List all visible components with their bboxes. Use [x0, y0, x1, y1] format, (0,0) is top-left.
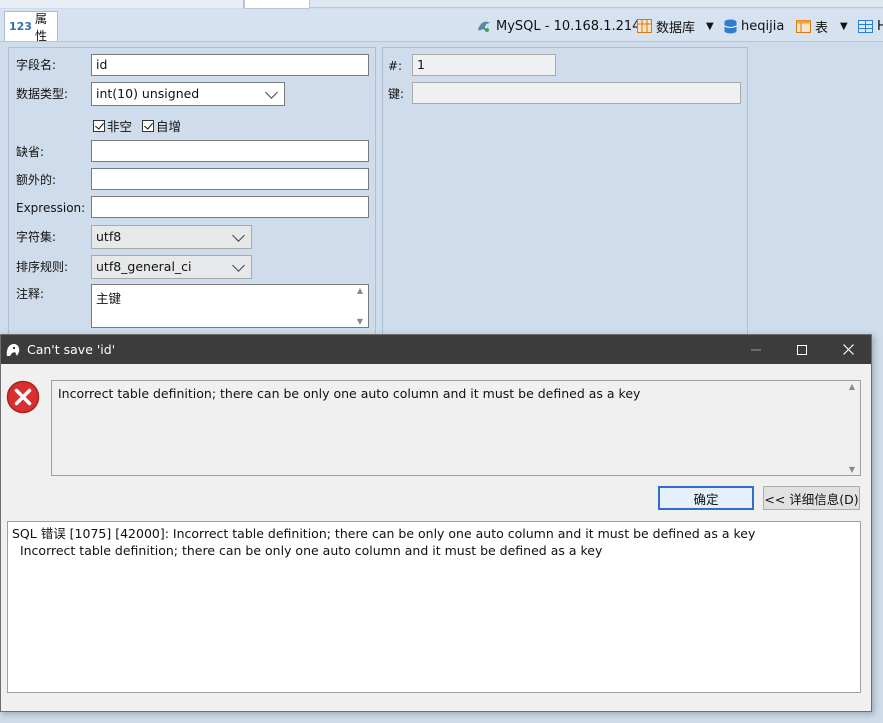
editor-tab-previous[interactable] [0, 0, 244, 8]
details-button[interactable]: << 详细信息(D) [763, 486, 860, 510]
ordinal-label: #: [388, 59, 403, 73]
field-name-input[interactable]: id [91, 54, 369, 76]
table-selector[interactable]: 表 [796, 17, 829, 36]
mysql-dolphin-icon [478, 21, 490, 32]
checkbox-checked-icon [93, 119, 105, 132]
maximize-icon [797, 344, 807, 355]
auto-increment-label: 自增 [156, 119, 182, 134]
error-details-textarea[interactable]: SQL 错误 [1075] [42000]: Incorrect table d… [7, 521, 861, 693]
scroll-up-icon[interactable]: ▲ [849, 382, 855, 391]
checkbox-checked-icon [142, 119, 154, 132]
key-label: 键: [388, 87, 405, 101]
schema-selector[interactable]: heqijia [724, 17, 784, 35]
connection-selector[interactable]: MySQL - 10.168.1.214 [476, 17, 640, 35]
properties-tab-label: 属性 [34, 11, 47, 43]
chevron-down-icon [232, 228, 245, 242]
minimize-icon [751, 349, 761, 350]
table-icon [796, 19, 811, 33]
comment-label: 注释: [16, 287, 45, 301]
close-icon [842, 344, 854, 355]
database-dropdown-icon[interactable]: ▼ [706, 17, 714, 35]
schema-label: heqijia [741, 18, 785, 34]
tab-properties[interactable]: 123 属性 [4, 11, 58, 43]
default-label: 缺省: [16, 145, 45, 159]
extra-label: 额外的: [16, 173, 57, 187]
chevron-down-icon [232, 258, 245, 272]
expression-input[interactable] [91, 196, 369, 218]
field-name-label: 字段名: [16, 58, 57, 72]
error-message: Incorrect table definition; there can be… [58, 386, 641, 401]
error-message-scrollbar[interactable]: ▲ ▼ [845, 382, 859, 474]
database-cylinder-icon [724, 19, 737, 33]
auto-increment-checkbox[interactable]: 自增 [142, 116, 181, 135]
error-icon [6, 380, 40, 414]
ordinal-field: 1 [412, 54, 556, 76]
collation-label: 排序规则: [16, 260, 69, 274]
not-null-label: 非空 [107, 119, 133, 134]
scroll-down-icon[interactable]: ▼ [357, 317, 363, 326]
connection-label: MySQL - 10.168.1.214 [496, 18, 641, 34]
database-selector[interactable]: 数据库 [637, 17, 696, 36]
error-dialog: Can't save 'id' Incorrect table definiti… [0, 334, 872, 712]
charset-value: utf8 [96, 229, 122, 244]
not-null-checkbox[interactable]: 非空 [93, 116, 132, 135]
dialog-title: Can't save 'id' [27, 342, 116, 357]
minimize-button[interactable] [733, 335, 779, 364]
error-message-box: Incorrect table definition; there can be… [51, 380, 861, 476]
comment-textarea[interactable]: 主键 ▲ ▼ [91, 284, 369, 328]
maximize-button[interactable] [779, 335, 825, 364]
ok-button[interactable]: 确定 [658, 486, 754, 510]
scroll-up-icon[interactable]: ▲ [357, 286, 363, 295]
comment-scrollbar[interactable]: ▲ ▼ [353, 286, 367, 326]
key-field [412, 82, 741, 104]
database-grid-icon [637, 19, 652, 33]
charset-label: 字符集: [16, 230, 57, 244]
close-button[interactable] [825, 335, 871, 364]
properties-tab-icon: 123 [9, 20, 32, 33]
details-line-1: SQL 错误 [1075] [42000]: Incorrect table d… [12, 526, 756, 541]
comment-value: 主键 [96, 291, 122, 306]
scroll-down-icon[interactable]: ▼ [849, 465, 855, 474]
database-label: 数据库 [656, 20, 696, 36]
table-editor-selector[interactable]: H [858, 17, 883, 35]
table-dropdown-icon[interactable]: ▼ [840, 17, 848, 35]
default-input[interactable] [91, 140, 369, 162]
data-type-label: 数据类型: [16, 87, 69, 101]
charset-select[interactable]: utf8 [91, 225, 252, 249]
table-editor-label: H [877, 18, 883, 34]
chevron-down-icon [265, 85, 278, 99]
data-type-value: int(10) unsigned [96, 86, 200, 101]
extra-input[interactable] [91, 168, 369, 190]
table-label: 表 [815, 20, 829, 36]
dbeaver-app-icon [6, 343, 20, 356]
table-grid-icon [858, 19, 873, 33]
editor-tab-active[interactable] [244, 0, 310, 9]
collation-select[interactable]: utf8_general_ci [91, 255, 252, 279]
data-type-select[interactable]: int(10) unsigned [91, 82, 285, 106]
collation-value: utf8_general_ci [96, 259, 192, 274]
details-line-2: Incorrect table definition; there can be… [12, 543, 603, 558]
expression-label: Expression: [16, 201, 86, 215]
